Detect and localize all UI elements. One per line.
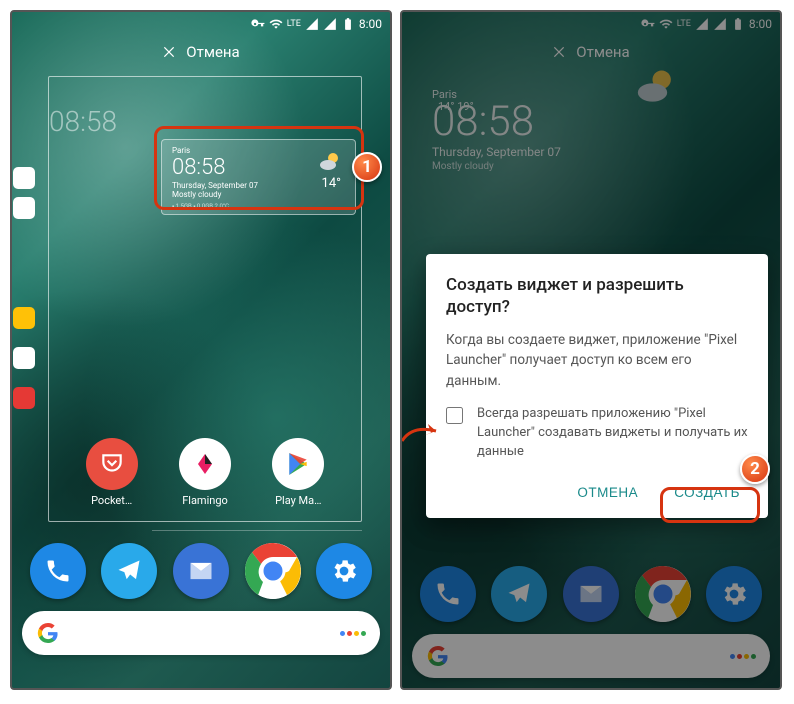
- close-icon: [162, 45, 176, 59]
- app-play[interactable]: Play Ma…: [263, 438, 333, 507]
- widget-permission-dialog: Создать виджет и разрешить доступ? Когда…: [426, 254, 768, 518]
- app-label: Flamingo: [182, 494, 228, 507]
- callout-2-border: [660, 487, 760, 523]
- dock-inbox[interactable]: [173, 543, 229, 599]
- play-icon: [285, 451, 311, 477]
- side-apps-ghost: [13, 167, 35, 219]
- phone-icon: [44, 557, 72, 585]
- arrow-annotation: [400, 417, 444, 447]
- phone-screenshot-left: LTE 8:00 Отмена 08:58 Paris: [10, 10, 392, 690]
- cancel-label: Отмена: [186, 43, 239, 61]
- search-bar[interactable]: [22, 611, 380, 655]
- lte-label: LTE: [287, 19, 301, 29]
- wifi-icon: [269, 17, 283, 31]
- dock-telegram[interactable]: [101, 543, 157, 599]
- google-logo: [36, 621, 60, 645]
- dialog-cancel-button[interactable]: ОТМЕНА: [569, 479, 646, 506]
- app-flamingo[interactable]: Flamingo: [170, 438, 240, 507]
- callout-2: 2: [740, 454, 770, 484]
- app-label: Pocket…: [91, 494, 132, 507]
- status-bar: LTE 8:00: [12, 12, 390, 36]
- flamingo-icon: [193, 452, 217, 476]
- inbox-icon: [187, 557, 215, 585]
- dialog-checkbox-label: Всегда разрешать приложению "Pixel Launc…: [477, 405, 748, 462]
- dialog-body: Когда вы создаете виджет, приложение "Pi…: [446, 330, 748, 391]
- callout-1-border: [154, 126, 364, 210]
- dock: [12, 531, 390, 611]
- telegram-icon: [115, 557, 143, 585]
- dock-phone[interactable]: [30, 543, 86, 599]
- app-row: Pocket… Flamingo Play Ma…: [53, 438, 357, 507]
- callout-1: 1: [352, 152, 382, 182]
- chrome-icon: [245, 543, 301, 599]
- app-label: Play Ma…: [275, 494, 321, 507]
- signal-icon-2: [323, 17, 337, 31]
- gear-icon: [329, 556, 359, 586]
- dialog-title: Создать виджет и разрешить доступ?: [446, 274, 748, 318]
- phone-screenshot-right: LTE 8:00 Отмена Paris 08:58 Thursday, Se…: [400, 10, 782, 690]
- dialog-checkbox[interactable]: [446, 407, 463, 424]
- cancel-bar[interactable]: Отмена: [12, 36, 390, 68]
- signal-icon: [305, 17, 319, 31]
- battery-icon: [341, 17, 355, 31]
- dock-chrome[interactable]: [245, 543, 301, 599]
- status-time: 8:00: [359, 17, 382, 31]
- app-pocket[interactable]: Pocket…: [77, 438, 147, 507]
- dock-settings[interactable]: [316, 543, 372, 599]
- key-icon: [251, 17, 265, 31]
- assistant-icon[interactable]: [340, 631, 366, 636]
- side-apps-ghost-2: [13, 307, 35, 409]
- pocket-icon: [99, 451, 125, 477]
- widget-ghost: 08:58: [49, 105, 109, 138]
